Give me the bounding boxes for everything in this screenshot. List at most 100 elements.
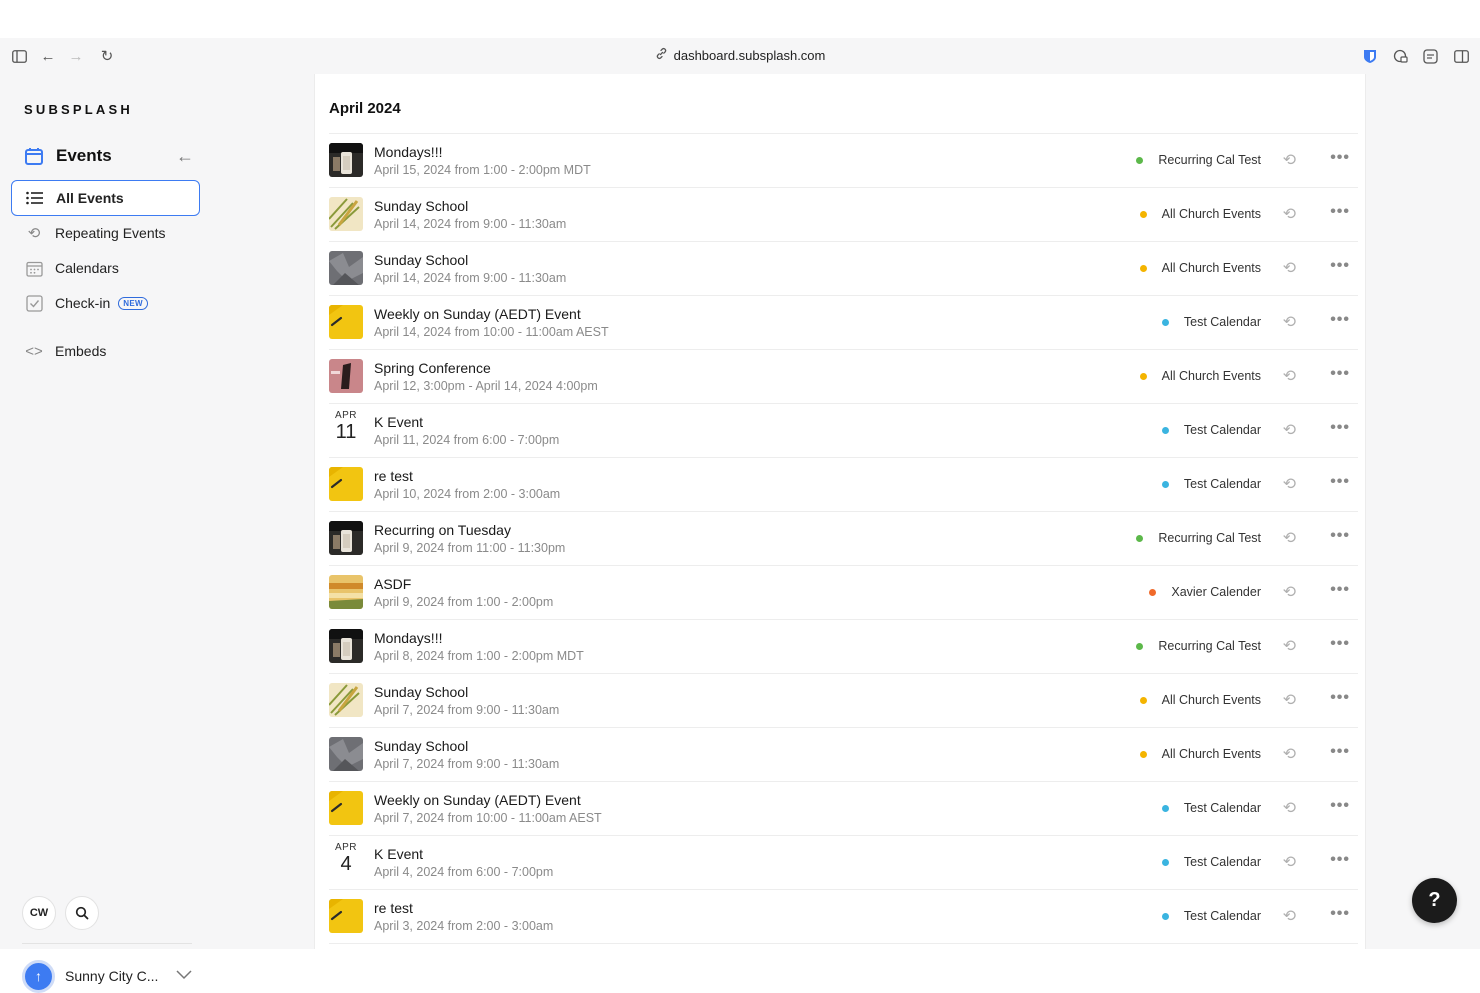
collapse-arrow-icon[interactable]: ←	[176, 146, 194, 167]
sidebar-divider	[22, 943, 192, 944]
repeat-icon: ⟲	[1282, 692, 1296, 709]
event-row[interactable]: ASDF April 9, 2024 from 1:00 - 2:00pm Xa…	[329, 566, 1358, 620]
event-title[interactable]: Weekly on Sunday (AEDT) Event	[374, 792, 581, 808]
event-title[interactable]: Sunday School	[374, 198, 468, 214]
split-view-icon[interactable]	[1452, 47, 1470, 65]
address-bar[interactable]: dashboard.subsplash.com	[0, 47, 1480, 63]
event-calendar-tag: Test Calendar	[1161, 423, 1261, 437]
more-options-icon[interactable]: •••	[1330, 905, 1350, 923]
event-date: April 9, 2024 from 11:00 - 11:30pm	[374, 541, 566, 555]
event-title[interactable]: Sunday School	[374, 252, 468, 268]
more-options-icon[interactable]: •••	[1330, 851, 1350, 869]
calendar-name: Recurring Cal Test	[1158, 153, 1261, 167]
event-row[interactable]: APR 11 K Event April 11, 2024 from 6:00 …	[329, 404, 1358, 458]
more-options-icon[interactable]: •••	[1330, 419, 1350, 437]
calendar-color-dot	[1139, 210, 1147, 218]
more-options-icon[interactable]: •••	[1330, 527, 1350, 545]
event-calendar-tag: All Church Events	[1139, 207, 1261, 221]
user-initials-button[interactable]: CW	[22, 896, 56, 930]
date-badge-day: 11	[335, 421, 357, 443]
event-thumbnail	[329, 467, 363, 501]
more-options-icon[interactable]: •••	[1330, 635, 1350, 653]
bitwarden-extension-icon[interactable]	[1361, 47, 1379, 65]
extension-icon[interactable]	[1391, 47, 1409, 65]
more-options-icon[interactable]: •••	[1330, 149, 1350, 167]
more-options-icon[interactable]: •••	[1330, 203, 1350, 221]
event-title[interactable]: re test	[374, 900, 413, 916]
repeat-icon: ⟲	[1282, 314, 1296, 331]
event-calendar-tag: Xavier Calender	[1149, 585, 1261, 599]
event-row[interactable]: Sunday School April 14, 2024 from 9:00 -…	[329, 242, 1358, 296]
event-calendar-tag: Recurring Cal Test	[1136, 531, 1261, 545]
sidebar-item-check-in[interactable]: Check-in NEW	[11, 285, 200, 321]
event-row[interactable]: Weekly on Sunday (AEDT) Event April 7, 2…	[329, 782, 1358, 836]
more-options-icon[interactable]: •••	[1330, 743, 1350, 761]
more-options-icon[interactable]: •••	[1330, 473, 1350, 491]
event-row[interactable]: Recurring on Tuesday April 9, 2024 from …	[329, 512, 1358, 566]
browser-toolbar: ← → ↻ dashboard.subsplash.com	[0, 38, 1480, 74]
event-date: April 14, 2024 from 10:00 - 11:00am AEST	[374, 325, 609, 339]
event-row[interactable]: re test April 10, 2024 from 2:00 - 3:00a…	[329, 458, 1358, 512]
calendar-color-dot	[1161, 912, 1169, 920]
event-row[interactable]: Mondays!!! April 15, 2024 from 1:00 - 2:…	[329, 134, 1358, 188]
help-button[interactable]: ?	[1412, 878, 1457, 923]
sidebar-item-label: All Events	[56, 190, 124, 206]
event-date: April 3, 2024 from 2:00 - 3:00am	[374, 919, 554, 933]
event-row[interactable]: Sunday School April 7, 2024 from 9:00 - …	[329, 728, 1358, 782]
calendar-color-dot	[1149, 588, 1157, 596]
more-options-icon[interactable]: •••	[1330, 581, 1350, 599]
more-options-icon[interactable]: •••	[1330, 257, 1350, 275]
calendar-color-dot	[1161, 480, 1169, 488]
event-row[interactable]: Sunday School April 14, 2024 from 9:00 -…	[329, 188, 1358, 242]
more-options-icon[interactable]: •••	[1330, 365, 1350, 383]
event-thumbnail	[329, 359, 363, 393]
sidebar-item-repeating-events[interactable]: ⟲ Repeating Events	[11, 215, 200, 251]
search-button[interactable]	[65, 896, 99, 930]
more-options-icon[interactable]: •••	[1330, 689, 1350, 707]
link-icon	[655, 47, 668, 63]
calendar-name: Test Calendar	[1183, 477, 1261, 491]
event-thumbnail	[329, 143, 363, 177]
event-row[interactable]: APR 4 K Event April 4, 2024 from 6:00 - …	[329, 836, 1358, 890]
event-row[interactable]: Spring Conference April 12, 3:00pm - Apr…	[329, 350, 1358, 404]
event-title[interactable]: re test	[374, 468, 413, 484]
event-row[interactable]: Weekly on Sunday (AEDT) Event April 14, …	[329, 296, 1358, 350]
org-switcher[interactable]: ↑ Sunny City C...	[22, 959, 192, 993]
repeat-icon: ⟲	[1282, 908, 1296, 925]
event-row[interactable]: Sunday School April 7, 2024 from 9:00 - …	[329, 674, 1358, 728]
sidebar-item-label: Repeating Events	[55, 225, 166, 241]
event-title[interactable]: Spring Conference	[374, 360, 491, 376]
calendar-color-dot	[1139, 696, 1147, 704]
sidebar-item-embeds[interactable]: <> Embeds	[11, 333, 200, 369]
event-thumbnail	[329, 251, 363, 285]
event-title[interactable]: ASDF	[374, 576, 411, 592]
event-title[interactable]: Recurring on Tuesday	[374, 522, 511, 538]
event-title[interactable]: Weekly on Sunday (AEDT) Event	[374, 306, 581, 322]
sidebar-item-calendars[interactable]: Calendars	[11, 250, 200, 286]
event-date: April 11, 2024 from 6:00 - 7:00pm	[374, 433, 560, 447]
calendar-color-dot	[1161, 426, 1169, 434]
more-options-icon[interactable]: •••	[1330, 797, 1350, 815]
event-title[interactable]: Mondays!!!	[374, 630, 442, 646]
reader-icon[interactable]	[1421, 47, 1439, 65]
org-avatar-icon: ↑	[22, 959, 55, 993]
event-row[interactable]: Mondays!!! April 8, 2024 from 1:00 - 2:0…	[329, 620, 1358, 674]
org-name: Sunny City C...	[65, 968, 159, 984]
events-section-header: Events ←	[24, 144, 194, 168]
calendar-name: Xavier Calender	[1171, 585, 1261, 599]
sidebar-item-all-events[interactable]: All Events	[11, 180, 200, 216]
event-title[interactable]: K Event	[374, 846, 423, 862]
event-row[interactable]: re test April 3, 2024 from 2:00 - 3:00am…	[329, 890, 1358, 944]
calendar-name: Recurring Cal Test	[1158, 531, 1261, 545]
event-title[interactable]: Sunday School	[374, 738, 468, 754]
calendar-color-dot	[1161, 318, 1169, 326]
event-title[interactable]: K Event	[374, 414, 423, 430]
list-icon	[25, 188, 45, 208]
event-title[interactable]: Mondays!!!	[374, 144, 442, 160]
more-options-icon[interactable]: •••	[1330, 311, 1350, 329]
event-calendar-tag: All Church Events	[1139, 369, 1261, 383]
event-calendar-tag: Test Calendar	[1161, 477, 1261, 491]
calendar-icon	[25, 148, 43, 165]
event-title[interactable]: Sunday School	[374, 684, 468, 700]
repeat-icon: ⟲	[1282, 206, 1296, 223]
